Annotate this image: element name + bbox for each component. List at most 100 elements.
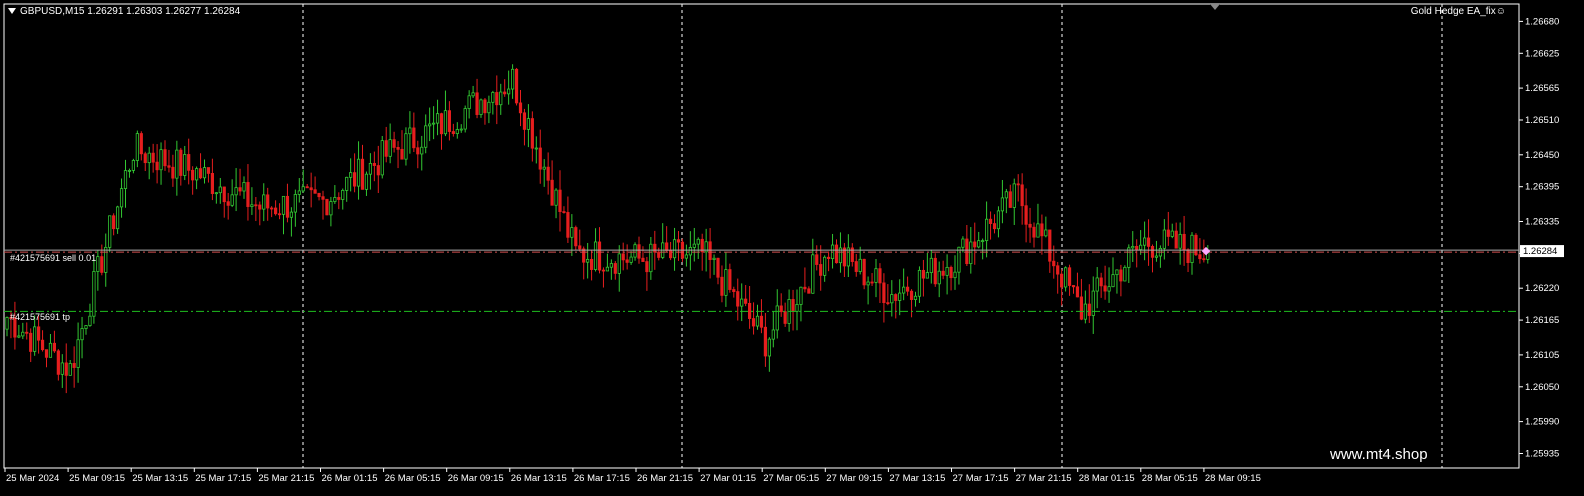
candle-body (759, 315, 764, 328)
candle-body (230, 194, 234, 206)
candle-body (443, 110, 448, 135)
candle-body (969, 241, 973, 265)
candle-body (206, 167, 211, 174)
candle-body (562, 211, 566, 213)
candle-body (791, 299, 795, 312)
candle-body (64, 362, 68, 376)
candle-body (226, 201, 230, 206)
candle-body (799, 286, 803, 305)
candle-body (783, 311, 787, 324)
candle-body (68, 363, 72, 376)
candle-body (1127, 247, 1131, 268)
y-tick-label: 1.26335 (1525, 217, 1559, 228)
candle-body (25, 331, 29, 334)
candle-body (175, 149, 179, 179)
candle-body (428, 123, 432, 127)
x-tick-label: 27 Mar 17:15 (953, 473, 1009, 484)
triangle-down-icon[interactable] (8, 8, 16, 15)
candle-body (902, 286, 906, 294)
candle-body (155, 161, 159, 171)
candle-body (827, 256, 831, 260)
candle-body (909, 290, 914, 300)
candle-body (1182, 233, 1186, 251)
candle-body (321, 196, 325, 200)
candle-body (424, 125, 428, 148)
candle-body (767, 338, 771, 357)
candle-body (957, 246, 961, 273)
candle-body (1143, 237, 1147, 246)
candle-body (570, 227, 574, 238)
candle-body (811, 254, 815, 294)
y-tick-label: 1.26565 (1525, 83, 1559, 94)
candle-body (653, 243, 657, 253)
candle-body (1115, 269, 1119, 276)
candle-body (846, 247, 850, 267)
y-tick-label: 1.26395 (1525, 182, 1559, 193)
candle-body (408, 127, 412, 135)
candle-body (88, 315, 92, 326)
candle-body (834, 244, 839, 264)
candle-body (92, 271, 96, 317)
candle-body (48, 342, 53, 358)
candle-body (1178, 233, 1182, 249)
candle-body (1067, 267, 1072, 286)
x-tick-label: 27 Mar 21:15 (1016, 473, 1072, 484)
candle-body (491, 92, 495, 103)
candle-body (665, 242, 669, 251)
candle-body (325, 198, 329, 216)
candle-body (945, 266, 949, 276)
candle-body (988, 218, 993, 224)
candle-body (925, 272, 929, 279)
x-tick-label: 28 Mar 05:15 (1142, 473, 1198, 484)
x-tick-label: 26 Mar 13:15 (511, 473, 567, 484)
smiley-icon[interactable]: ☺ (1496, 6, 1506, 17)
candle-body (716, 257, 720, 278)
sell-order-label[interactable]: #421575691 sell 0.01 (10, 253, 96, 263)
candle-body (933, 257, 937, 285)
x-tick-label: 27 Mar 09:15 (826, 473, 882, 484)
candle-body (40, 339, 45, 351)
candle-body (380, 140, 384, 176)
candle-body (633, 244, 637, 258)
watermark: www.mt4.shop (1330, 446, 1428, 463)
candle-body (455, 129, 459, 134)
candle-body (1044, 229, 1048, 237)
x-tick-label: 26 Mar 09:15 (448, 473, 504, 484)
candle-body (60, 362, 64, 375)
candle-body (692, 243, 696, 248)
y-tick-label: 1.26220 (1525, 283, 1559, 294)
candle-body (586, 258, 590, 263)
candle-body (609, 263, 613, 268)
candle-body (384, 140, 388, 157)
candle-body (194, 168, 199, 181)
plot-frame (3, 3, 1520, 469)
candle-body (882, 282, 886, 304)
candle-body (127, 170, 132, 172)
candle-body (1166, 229, 1170, 237)
candle-body (981, 240, 985, 243)
candle-body (1123, 266, 1127, 282)
x-tick-label: 27 Mar 05:15 (763, 473, 819, 484)
x-tick-label: 25 Mar 21:15 (258, 473, 314, 484)
candle-body (495, 92, 499, 106)
candle-body (886, 302, 890, 305)
candle-body (345, 176, 349, 191)
candle-body (992, 223, 997, 230)
y-tick-label: 1.25990 (1525, 417, 1559, 428)
candle-body (751, 318, 756, 327)
candle-body (238, 187, 242, 192)
candle-body (1107, 286, 1111, 292)
candle-body (949, 266, 953, 279)
candle-body (329, 201, 333, 216)
candle-body (870, 281, 874, 284)
candle-body (250, 204, 254, 207)
price-chart[interactable]: 25 Mar 2024 25 Mar 09:15 25 Mar 13:15 25 Ma… (0, 0, 1584, 496)
candle-body (44, 349, 49, 358)
candle-body (530, 118, 534, 149)
tp-order-label[interactable]: #421575691 tp (10, 312, 70, 322)
candle-body (669, 250, 673, 259)
candle-body (147, 152, 151, 164)
candle-body (894, 294, 898, 301)
candle-body (33, 326, 37, 352)
candle-body (534, 147, 538, 150)
